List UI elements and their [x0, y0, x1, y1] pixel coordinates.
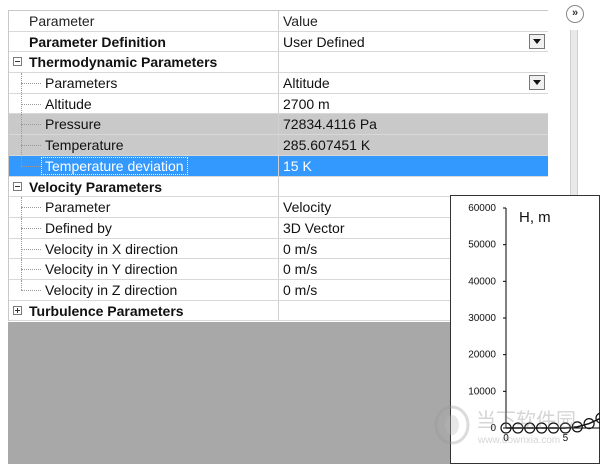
y-tick-label: 10000 [468, 386, 496, 397]
row-label: Parameters [9, 73, 279, 93]
row-value [279, 177, 549, 197]
row-label: Temperature [9, 135, 279, 155]
dropdown-arrow-icon[interactable] [529, 75, 545, 91]
row-label: Velocity in X direction [9, 238, 279, 259]
row-value: 72834.4116 Pa [283, 116, 377, 133]
category-thermodynamic[interactable]: Thermodynamic Parameters [9, 52, 549, 74]
dropdown-arrow-icon[interactable] [529, 33, 545, 49]
y-tick-label: 20000 [468, 350, 496, 361]
row-label: Velocity in Z direction [9, 279, 279, 300]
row-pressure[interactable]: Pressure 72834.4116 Pa [9, 114, 549, 136]
chart-title: H, m [519, 209, 551, 226]
value-text: Altitude [283, 75, 330, 92]
category-label: Velocity Parameters [9, 176, 279, 197]
grid-header: Parameter Value [9, 11, 549, 32]
watermark-url: www.downxia.com [477, 435, 560, 446]
row-value[interactable]: User Defined [279, 32, 549, 52]
collapse-icon[interactable] [13, 57, 22, 67]
expand-icon[interactable] [13, 305, 22, 315]
row-value[interactable]: 2700 m [279, 94, 549, 114]
category-label: Thermodynamic Parameters [9, 52, 279, 73]
y-tick-label: 30000 [468, 313, 496, 324]
row-label: Parameter Definition [9, 31, 279, 52]
header-value: Value [283, 13, 318, 29]
row-label: Pressure [9, 114, 279, 135]
y-tick-label: 50000 [468, 240, 496, 251]
row-parameter-definition[interactable]: Parameter Definition User Defined [9, 31, 549, 53]
row-value [279, 52, 549, 72]
value-text: User Defined [283, 33, 365, 50]
row-label: Velocity in Y direction [9, 259, 279, 279]
collapse-panel-button[interactable]: » [566, 5, 584, 23]
row-parameters[interactable]: Parameters Altitude [9, 73, 549, 94]
row-label: Altitude [9, 93, 279, 114]
row-value: 285.607451 K [283, 137, 371, 154]
collapse-icon[interactable] [13, 181, 22, 191]
row-altitude[interactable]: Altitude 2700 m [9, 93, 549, 115]
row-temperature[interactable]: Temperature 285.607451 K [9, 135, 549, 156]
row-value[interactable]: Altitude [279, 73, 549, 93]
row-label: Temperature deviation [9, 155, 279, 176]
header-parameter: Parameter [9, 11, 279, 31]
watermark: 当下软件园 www.downxia.com [434, 405, 576, 446]
category-label: Turbulence Parameters [9, 300, 279, 321]
y-tick-label: 40000 [468, 276, 496, 287]
watermark-cn: 当下软件园 [476, 408, 576, 432]
row-value[interactable]: 15 K [279, 156, 549, 176]
y-tick-label: 60000 [468, 203, 496, 214]
row-label: Defined by [9, 217, 279, 238]
row-temperature-deviation[interactable]: Temperature deviation 15 K [9, 155, 549, 177]
row-label: Parameter [9, 197, 279, 217]
